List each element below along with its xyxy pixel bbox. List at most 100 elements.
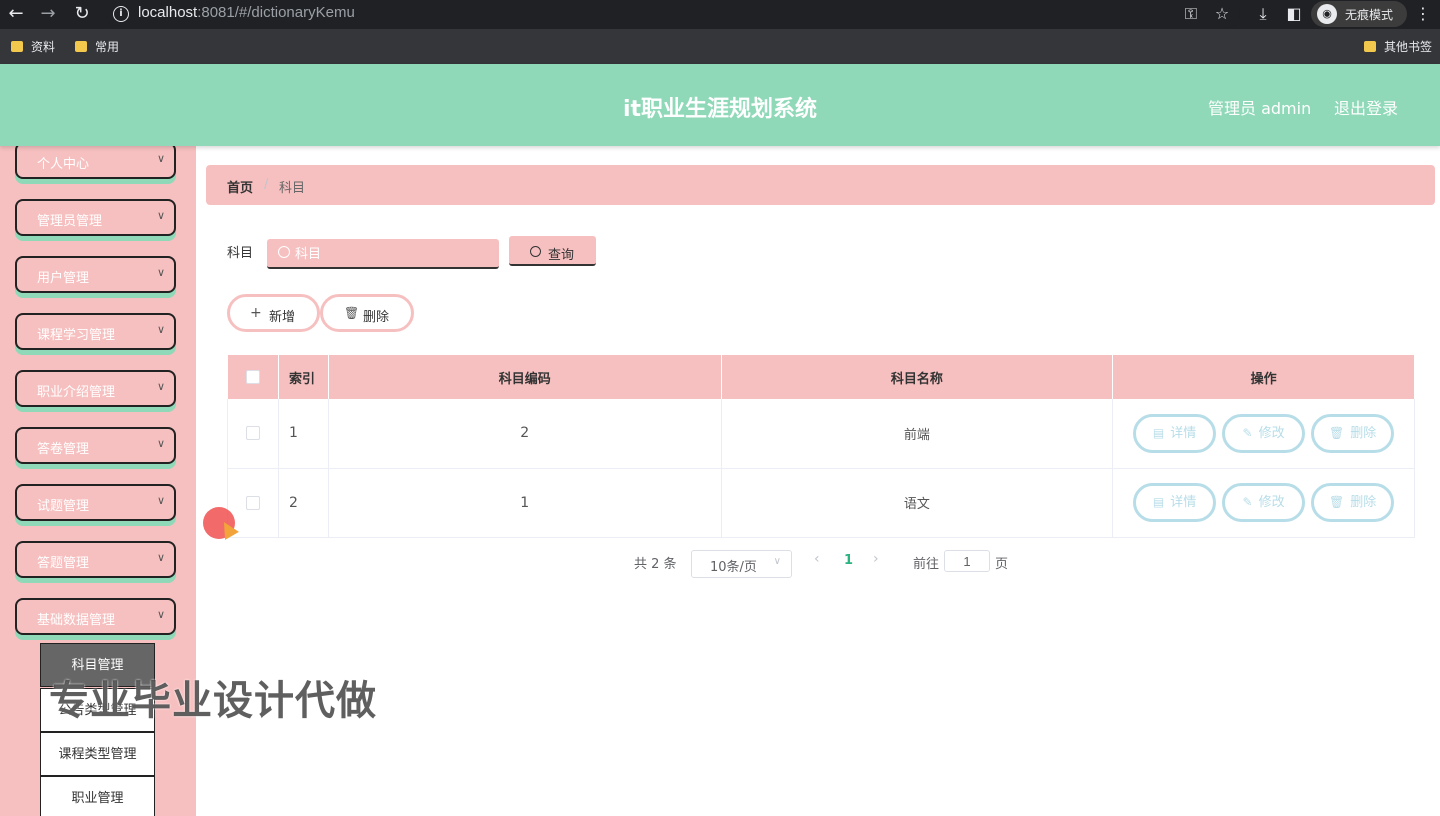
- goto-suffix: 页: [995, 557, 1009, 572]
- more-menu-icon[interactable]: ⋮: [1412, 3, 1434, 25]
- chevron-down-icon: ∨: [156, 551, 165, 564]
- admin-label: 管理员 admin: [1208, 99, 1312, 118]
- sidebar-item-questions[interactable]: 试题管理 ∨: [15, 484, 176, 521]
- chevron-down-icon: ∨: [156, 494, 165, 507]
- breadcrumb-home[interactable]: 首页: [227, 177, 253, 196]
- back-icon[interactable]: ←: [4, 3, 28, 25]
- add-button[interactable]: + 新增: [227, 294, 320, 332]
- select-all-checkbox[interactable]: [245, 370, 260, 384]
- column-header-index: 索引: [278, 355, 329, 399]
- search-icon: [278, 246, 290, 258]
- logout-link[interactable]: 退出登录: [1334, 95, 1398, 119]
- star-icon[interactable]: ☆: [1211, 3, 1233, 25]
- column-header-code: 科目编码: [328, 355, 722, 399]
- sidebar-item-answers[interactable]: 答题管理 ∨: [15, 541, 176, 578]
- detail-button-label: 详情: [1170, 425, 1197, 441]
- search-input[interactable]: [267, 239, 499, 269]
- sidebar-item-basic-data[interactable]: 基础数据管理 ∨: [15, 598, 176, 635]
- trash-icon: 🗑: [344, 306, 360, 320]
- chevron-down-icon: ∨: [773, 556, 781, 567]
- cell-index: 1: [278, 399, 329, 469]
- other-bookmarks[interactable]: 其他书签: [1364, 38, 1432, 56]
- row-checkbox[interactable]: [245, 495, 260, 510]
- edit-button[interactable]: ✎ 修改: [1222, 413, 1306, 453]
- sidebar-item-admins[interactable]: 管理员管理 ∨: [15, 199, 176, 236]
- table-row: 2 1 语文 ▤ 详情 ✎ 修改 🗑 删除: [227, 468, 1415, 538]
- delete-button[interactable]: 🗑 删除: [1311, 413, 1395, 453]
- site-info-icon[interactable]: i: [113, 6, 129, 22]
- prev-page-icon[interactable]: ‹: [814, 551, 820, 567]
- chevron-down-icon: ∨: [156, 380, 165, 393]
- app-header: it职业生涯规划系统 管理员 admin 退出登录: [0, 64, 1440, 146]
- bookmark-label: 常用: [95, 40, 120, 54]
- table-row: 1 2 前端 ▤ 详情 ✎ 修改 🗑 删除: [227, 399, 1415, 469]
- page-size-select[interactable]: 10条/页 ∨: [691, 550, 792, 578]
- edit-button[interactable]: ✎ 修改: [1222, 483, 1306, 522]
- detail-button[interactable]: ▤ 详情: [1133, 413, 1217, 453]
- delete-button-label: 删除: [1350, 495, 1377, 510]
- bookmark-label: 资料: [31, 40, 56, 54]
- edit-button-label: 修改: [1258, 495, 1285, 510]
- column-header-name: 科目名称: [721, 355, 1114, 399]
- search-button[interactable]: 查询: [509, 236, 596, 266]
- sidebar-item-users[interactable]: 用户管理 ∨: [15, 256, 176, 293]
- goto-label: 前往: [913, 557, 940, 572]
- forward-icon[interactable]: →: [36, 3, 60, 25]
- select-all-cell: [227, 355, 279, 399]
- reload-icon[interactable]: ↻: [70, 3, 94, 25]
- submenu-item-careers[interactable]: 职业管理: [40, 776, 155, 816]
- key-icon[interactable]: ⚿: [1180, 3, 1202, 25]
- incognito-icon: ◉: [1317, 4, 1337, 24]
- sidebar-item-label: 基础数据管理: [37, 613, 116, 628]
- incognito-badge[interactable]: ◉ 无痕模式: [1311, 1, 1407, 27]
- browser-toolbar: ← → ↻ i localhost:8081/#/dictionaryKemu …: [0, 0, 1440, 29]
- bookmarks-bar: 资料 常用 其他书签: [0, 29, 1440, 64]
- cell-code: 2: [328, 399, 722, 469]
- add-button-label: 新增: [269, 310, 296, 325]
- column-header-actions: 操作: [1112, 355, 1415, 399]
- cell-actions: ▤ 详情 ✎ 修改 🗑 删除: [1112, 399, 1415, 469]
- detail-button-label: 详情: [1170, 495, 1197, 510]
- url-path: :8081/#/dictionaryKemu: [197, 4, 355, 21]
- sidebar-item-career-intro[interactable]: 职业介绍管理 ∨: [15, 370, 176, 407]
- delete-button[interactable]: 🗑 删除: [1311, 483, 1395, 522]
- pencil-icon: ✎: [1242, 425, 1253, 440]
- chevron-down-icon: ∨: [156, 152, 165, 165]
- sidepanel-icon[interactable]: ◧: [1283, 3, 1305, 25]
- search-icon: [530, 246, 541, 257]
- chevron-down-icon: ∨: [156, 209, 165, 222]
- sidebar-item-profile[interactable]: 个人中心 ∨: [15, 146, 176, 179]
- document-icon: ▤: [1152, 495, 1165, 509]
- folder-icon: [1364, 41, 1376, 52]
- cell-code: 1: [328, 468, 722, 538]
- pagination-total: 共 2 条: [634, 557, 677, 572]
- cell-actions: ▤ 详情 ✎ 修改 🗑 删除: [1112, 468, 1415, 538]
- cell-name: 语文: [721, 468, 1114, 538]
- bookmark-item[interactable]: 资料: [11, 38, 55, 56]
- chevron-down-icon: ∨: [156, 323, 165, 336]
- page-size-value: 10条/页: [710, 560, 757, 575]
- batch-delete-button[interactable]: 🗑 删除: [320, 294, 414, 332]
- sidebar-item-answer-sheets[interactable]: 答卷管理 ∨: [15, 427, 176, 464]
- other-bookmarks-label: 其他书签: [1384, 40, 1433, 54]
- folder-icon: [11, 41, 23, 52]
- delete-button-label: 删除: [1350, 425, 1377, 441]
- next-page-icon[interactable]: ›: [873, 551, 879, 567]
- breadcrumb-separator: /: [264, 177, 269, 192]
- data-table: 索引 科目编码 科目名称 操作 1 2 前端 ▤ 详情 ✎ 修改 🗑 删除 2 1 语文 …: [227, 355, 1415, 538]
- detail-button[interactable]: ▤ 详情: [1133, 483, 1217, 522]
- sidebar-item-course-learning[interactable]: 课程学习管理 ∨: [15, 313, 176, 350]
- edit-button-label: 修改: [1258, 425, 1285, 441]
- trash-icon: 🗑: [1328, 425, 1345, 440]
- goto-page-input[interactable]: [944, 550, 990, 572]
- row-checkbox[interactable]: [245, 426, 260, 441]
- sidebar-item-label: 用户管理: [37, 271, 90, 286]
- folder-icon: [75, 41, 87, 52]
- submenu-item-course-types[interactable]: 课程类型管理: [40, 732, 155, 776]
- bookmark-item[interactable]: 常用: [75, 38, 119, 56]
- download-icon[interactable]: ⤓: [1252, 3, 1274, 25]
- url-text[interactable]: localhost:8081/#/dictionaryKemu: [138, 4, 355, 21]
- search-label: 科目: [227, 246, 254, 261]
- watermark-text: 专业毕业设计代做: [49, 678, 377, 724]
- page-number-current[interactable]: 1: [844, 553, 853, 568]
